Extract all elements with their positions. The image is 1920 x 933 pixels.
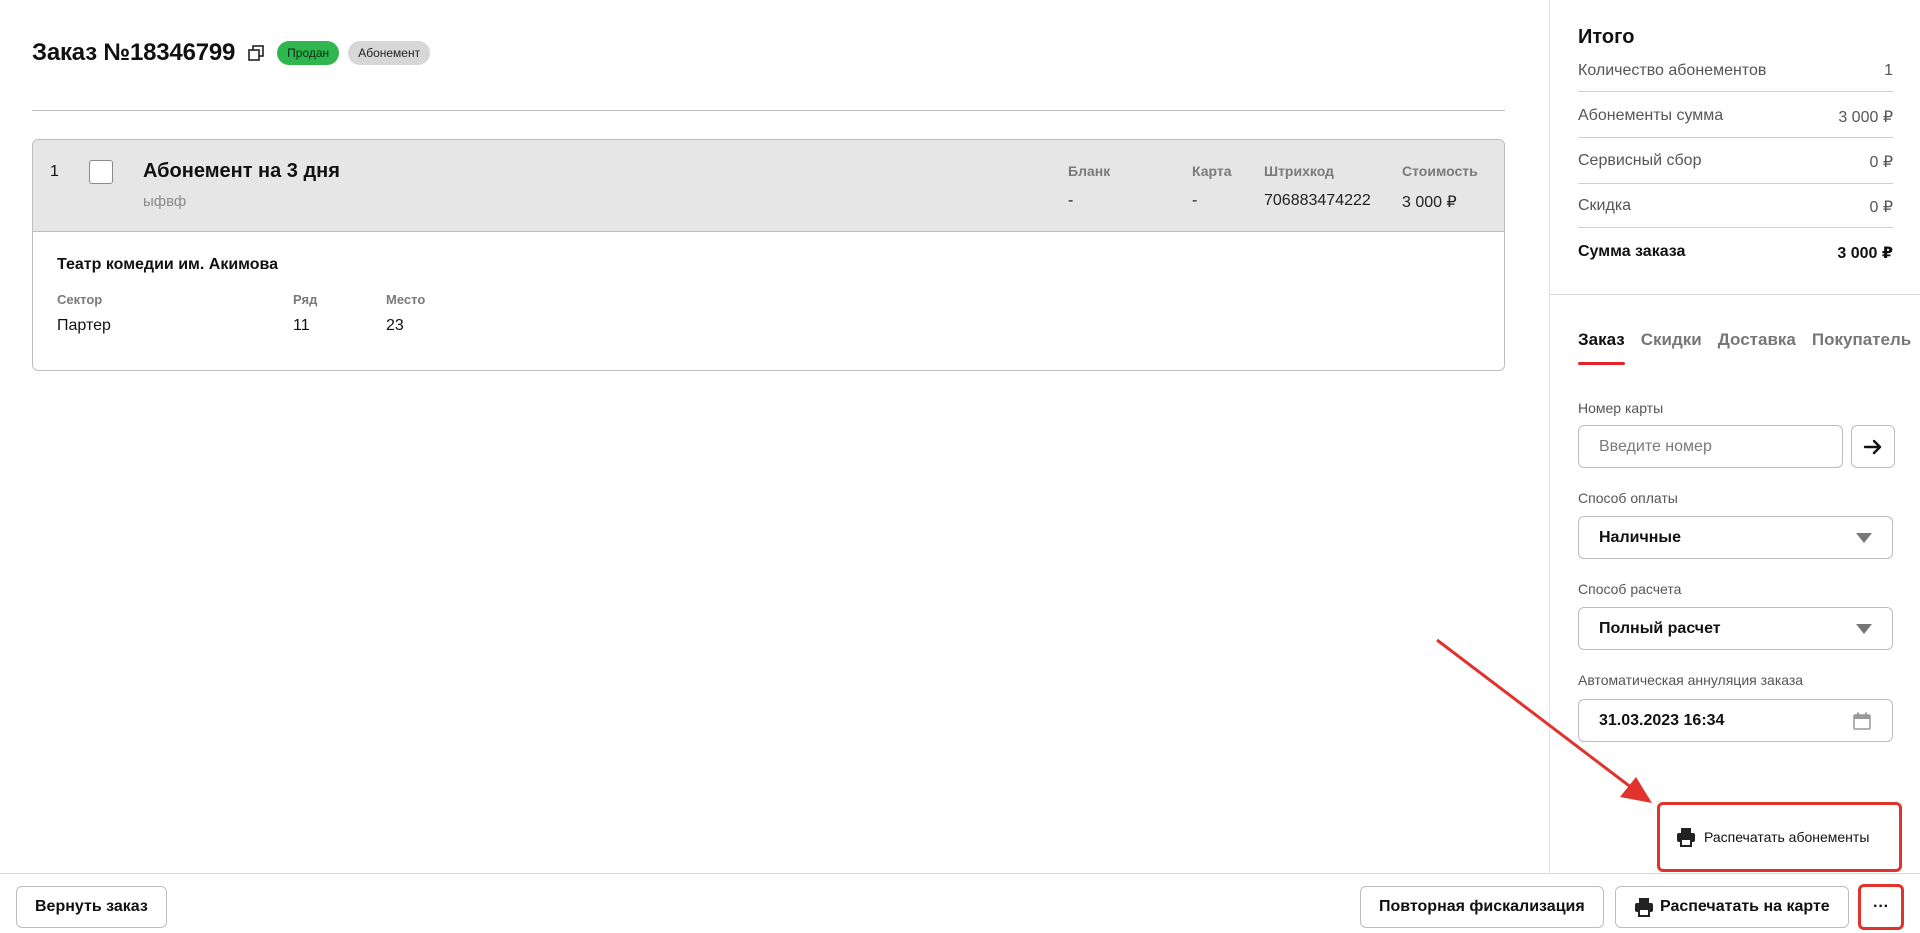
auto-cancel-value: 31.03.2023 16:34 <box>1599 711 1725 729</box>
divider <box>1550 294 1920 295</box>
row-field: Ряд 11 <box>293 292 317 335</box>
print-on-card-button[interactable]: Распечатать на карте <box>1615 886 1849 928</box>
summary-total: Сумма заказа 3 000 ₽ <box>1578 243 1893 263</box>
cost-label: Стоимость <box>1402 163 1478 179</box>
tab-delivery[interactable]: Доставка <box>1718 330 1796 358</box>
chevron-down-icon <box>1856 532 1872 543</box>
divider <box>1578 183 1893 184</box>
divider <box>1578 91 1893 92</box>
divider <box>1578 227 1893 228</box>
summary-row-label: Абонементы сумма <box>1578 107 1724 124</box>
tab-discounts[interactable]: Скидки <box>1641 330 1702 358</box>
type-badge: Абонемент <box>348 41 431 65</box>
summary-row-label: Скидка <box>1578 197 1632 214</box>
divider <box>32 110 1505 111</box>
divider <box>1578 137 1893 138</box>
cost-value: 3 000 ₽ <box>1402 194 1457 211</box>
settlement-method-value: Полный расчет <box>1599 619 1721 637</box>
return-order-button[interactable]: Вернуть заказ <box>16 886 167 928</box>
ticket-name: Абонемент на 3 дня <box>143 160 340 182</box>
summary-row: Абонементы сумма 3 000 ₽ <box>1578 107 1893 127</box>
calendar-icon[interactable] <box>1852 711 1872 731</box>
chevron-down-icon <box>1856 623 1872 634</box>
place-field: Место 23 <box>386 292 425 335</box>
order-header: Заказ №18346799 Продан Абонемент <box>32 38 431 68</box>
summary-row-label: Количество абонементов <box>1578 62 1767 79</box>
payment-method-label: Способ оплаты <box>1578 490 1678 506</box>
summary-total-label: Сумма заказа <box>1578 243 1686 260</box>
card-value: - <box>1192 192 1198 209</box>
copy-icon[interactable] <box>247 44 265 62</box>
card-column: Карта - <box>1192 163 1232 210</box>
order-sidebar: Итого Количество абонементов 1 Абонемент… <box>1549 0 1920 873</box>
payment-method-select[interactable]: Наличные <box>1578 516 1893 559</box>
tab-order[interactable]: Заказ <box>1578 330 1625 365</box>
settlement-method-select[interactable]: Полный расчет <box>1578 607 1893 650</box>
footer-toolbar: Вернуть заказ Повторная фискализация Рас… <box>0 873 1920 933</box>
summary-total-value: 3 000 ₽ <box>1837 245 1893 262</box>
summary-row: Количество абонементов 1 <box>1578 62 1893 80</box>
summary-row-value: 1 <box>1884 62 1893 79</box>
sidebar-tabs: Заказ Скидки Доставка Покупатель <box>1578 330 1911 365</box>
print-on-card-label: Распечатать на карте <box>1660 898 1830 915</box>
status-badge: Продан <box>277 41 340 65</box>
summary-title: Итого <box>1578 26 1635 48</box>
barcode-value: 706883474222 <box>1264 192 1371 209</box>
barcode-column: Штрихкод 706883474222 <box>1264 163 1371 210</box>
row-label: Ряд <box>293 292 318 307</box>
arrow-right-icon <box>1863 439 1882 454</box>
printer-icon <box>1634 897 1654 917</box>
summary-row-value: 3 000 ₽ <box>1838 109 1893 126</box>
order-main: Заказ №18346799 Продан Абонемент 1 Абоне… <box>0 0 1549 873</box>
place-value: 23 <box>386 317 404 334</box>
ticket-index: 1 <box>50 163 59 180</box>
payment-method-value: Наличные <box>1599 528 1681 546</box>
sector-value: Партер <box>57 317 111 334</box>
venue-name: Театр комедии им. Акимова <box>57 256 279 273</box>
settlement-method-label: Способ расчета <box>1578 581 1682 597</box>
print-subscriptions-button[interactable]: Распечатать абонементы <box>1657 802 1902 872</box>
barcode-label: Штрихкод <box>1264 163 1334 179</box>
cost-column: Стоимость 3 000 ₽ <box>1402 163 1478 212</box>
place-label: Место <box>386 292 426 307</box>
more-dots-icon[interactable]: ··· <box>1858 884 1904 930</box>
ticket-header: 1 Абонемент на 3 дня ыфвф Бланк - Карта … <box>33 140 1504 232</box>
auto-cancel-date-input[interactable]: 31.03.2023 16:34 <box>1578 699 1893 742</box>
tab-buyer[interactable]: Покупатель <box>1812 330 1911 358</box>
blank-value: - <box>1068 192 1074 209</box>
blank-column: Бланк - <box>1068 163 1110 210</box>
print-subscriptions-label: Распечатать абонементы <box>1704 829 1870 845</box>
summary-row-value: 0 ₽ <box>1869 199 1893 216</box>
sector-label: Сектор <box>57 292 103 307</box>
ticket-body: Театр комедии им. Акимова Сектор Партер … <box>33 232 1504 370</box>
order-title: Заказ №18346799 <box>32 39 236 66</box>
card-number-input[interactable] <box>1578 425 1843 468</box>
ticket-card: 1 Абонемент на 3 дня ыфвф Бланк - Карта … <box>32 139 1505 371</box>
refiscalize-button[interactable]: Повторная фискализация <box>1360 886 1604 928</box>
sector-field: Сектор Партер <box>57 292 111 335</box>
ticket-checkbox[interactable] <box>89 160 113 184</box>
summary-row: Сервисный сбор 0 ₽ <box>1578 152 1893 172</box>
ticket-subtitle: ыфвф <box>143 193 187 210</box>
card-number-label: Номер карты <box>1578 400 1664 416</box>
summary-row-label: Сервисный сбор <box>1578 152 1702 169</box>
printer-icon <box>1677 828 1695 847</box>
summary-row-value: 0 ₽ <box>1869 154 1893 171</box>
card-submit-button[interactable] <box>1851 425 1895 468</box>
summary-row: Скидка 0 ₽ <box>1578 197 1893 217</box>
blank-label: Бланк <box>1068 163 1111 179</box>
row-value: 11 <box>293 317 310 334</box>
auto-cancel-label: Автоматическая аннуляция заказа <box>1578 672 1804 688</box>
card-label: Карта <box>1192 163 1232 179</box>
